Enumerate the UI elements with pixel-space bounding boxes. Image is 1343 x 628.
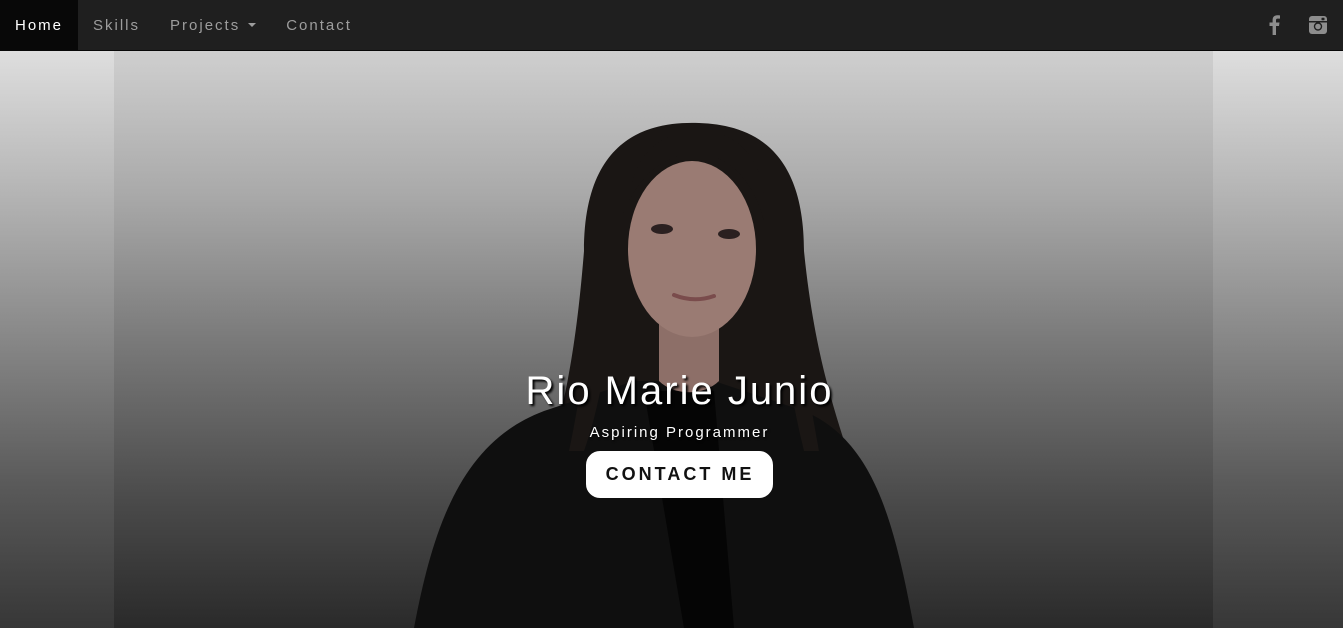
caret-down-icon [248,23,257,27]
profile-photo [114,51,1213,628]
social-links [1241,0,1343,50]
nav-home[interactable]: Home [0,0,79,50]
portrait-illustration [414,122,914,628]
nav-projects-label: Projects [170,16,241,34]
top-navbar: Home Skills Projects Contact [0,0,1343,51]
hero-tagline: Aspiring Programmer [589,424,770,441]
hero-text: Rio Marie Junio Aspiring Programmer CONT… [0,369,1343,498]
contact-me-button[interactable]: CONTACT ME [585,451,774,498]
nav-skills[interactable]: Skills [78,0,155,50]
nav-projects-dropdown[interactable]: Projects [155,0,271,50]
hero-section: Rio Marie Junio Aspiring Programmer CONT… [0,51,1343,628]
nav-contact[interactable]: Contact [271,0,367,50]
instagram-icon[interactable] [1307,14,1329,36]
hero-name: Rio Marie Junio [525,369,834,413]
facebook-icon[interactable] [1263,14,1285,36]
